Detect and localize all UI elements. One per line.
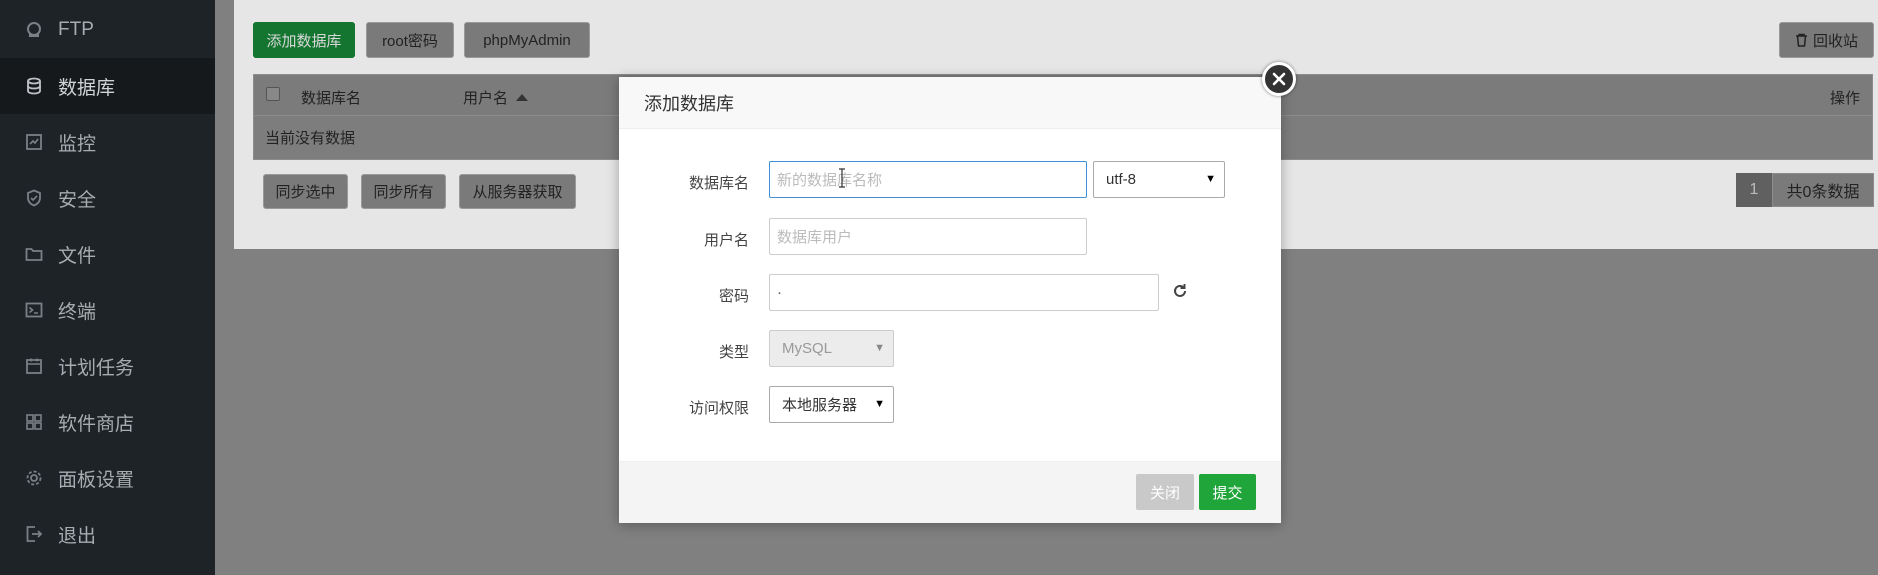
access-label: 访问权限 bbox=[688, 400, 749, 417]
grid-icon bbox=[24, 412, 44, 432]
root-password-button[interactable]: root密码 bbox=[366, 22, 454, 58]
sidebar-item-label: 数据库 bbox=[58, 77, 116, 99]
database-name-label: 数据库名 bbox=[688, 175, 749, 192]
type-label: 类型 bbox=[718, 344, 749, 361]
calendar-icon bbox=[24, 356, 44, 376]
access-value: 本地服务器 bbox=[782, 397, 858, 414]
trash-icon bbox=[1795, 33, 1808, 47]
database-icon bbox=[24, 76, 44, 96]
recycle-bin-button[interactable]: 回收站 bbox=[1779, 22, 1874, 58]
sidebar-item-label: 退出 bbox=[58, 525, 97, 547]
charset-value: utf-8 bbox=[1106, 171, 1137, 188]
sidebar-item-security[interactable]: 安全 bbox=[0, 170, 215, 226]
access-select[interactable]: 本地服务器 ▼ bbox=[769, 386, 894, 423]
column-username-label: 用户名 bbox=[463, 90, 509, 107]
column-username[interactable]: 用户名 bbox=[463, 87, 529, 108]
sync-all-button[interactable]: 同步所有 bbox=[361, 174, 446, 209]
sidebar-item-label: 安全 bbox=[58, 189, 97, 211]
submit-button[interactable]: 提交 bbox=[1199, 474, 1256, 510]
dialog-title: 添加数据库 bbox=[619, 77, 1281, 129]
close-button[interactable]: 关闭 bbox=[1136, 474, 1194, 510]
charset-select[interactable]: utf-8 ▼ bbox=[1093, 161, 1225, 198]
type-select: MySQL ▼ bbox=[769, 330, 894, 367]
password-input[interactable]: · bbox=[769, 274, 1159, 311]
sidebar-item-label: 计划任务 bbox=[58, 357, 135, 379]
shield-icon bbox=[24, 188, 44, 208]
refresh-password-icon[interactable] bbox=[1171, 282, 1189, 300]
sidebar-item-label: 软件商店 bbox=[58, 413, 135, 435]
recycle-bin-label: 回收站 bbox=[1812, 32, 1858, 50]
phpmyadmin-button[interactable]: phpMyAdmin bbox=[464, 22, 590, 58]
sidebar-item-label: 文件 bbox=[58, 245, 97, 267]
sidebar-item-terminal[interactable]: 终端 bbox=[0, 282, 215, 338]
sort-ascending-icon bbox=[516, 94, 529, 101]
ftp-icon bbox=[24, 20, 44, 40]
sidebar-item-database[interactable]: 数据库 bbox=[0, 58, 215, 114]
chevron-down-icon: ▼ bbox=[874, 342, 885, 354]
username-input[interactable]: 数据库用户 bbox=[769, 218, 1087, 255]
fetch-from-server-button[interactable]: 从服务器获取 bbox=[459, 174, 576, 209]
dialog-footer: 关闭 提交 bbox=[619, 461, 1281, 523]
terminal-icon bbox=[24, 300, 44, 320]
sidebar-item-logout[interactable]: 退出 bbox=[0, 506, 215, 562]
select-all-checkbox[interactable] bbox=[266, 87, 280, 101]
password-label: 密码 bbox=[718, 288, 749, 305]
logout-icon bbox=[24, 524, 44, 544]
sidebar-item-store[interactable]: 软件商店 bbox=[0, 394, 215, 450]
monitor-icon bbox=[24, 132, 44, 152]
type-value: MySQL bbox=[782, 340, 833, 357]
text-cursor-icon bbox=[839, 168, 845, 188]
pager-total: 共0条数据 bbox=[1772, 173, 1874, 207]
sidebar-item-label: 终端 bbox=[58, 301, 97, 323]
sync-selected-button[interactable]: 同步选中 bbox=[263, 174, 348, 209]
add-database-dialog: 添加数据库 数据库名 新的数据库名称 utf-8 ▼ 用户名 数据库用户 密码 … bbox=[619, 77, 1281, 523]
close-dialog-icon[interactable] bbox=[1262, 62, 1296, 96]
sidebar-item-label: FTP bbox=[58, 19, 94, 40]
column-operations: 操作 bbox=[1829, 90, 1860, 107]
folder-icon bbox=[24, 244, 44, 264]
sidebar-item-settings[interactable]: 面板设置 bbox=[0, 450, 215, 506]
sidebar-item-label: 面板设置 bbox=[58, 469, 135, 491]
sidebar: FTP 数据库 监控 安全 文件 终端 计划任务 软件商店 面板设置 退出 bbox=[0, 0, 215, 575]
sidebar-item-crontab[interactable]: 计划任务 bbox=[0, 338, 215, 394]
chevron-down-icon: ▼ bbox=[874, 398, 885, 410]
gear-icon bbox=[24, 468, 44, 488]
chevron-down-icon: ▼ bbox=[1205, 173, 1216, 185]
sidebar-item-monitor[interactable]: 监控 bbox=[0, 114, 215, 170]
pager-current-page[interactable]: 1 bbox=[1736, 173, 1772, 207]
add-database-button[interactable]: 添加数据库 bbox=[253, 22, 355, 58]
sidebar-item-files[interactable]: 文件 bbox=[0, 226, 215, 282]
sidebar-item-ftp[interactable]: FTP bbox=[0, 2, 215, 58]
database-name-input[interactable]: 新的数据库名称 bbox=[769, 161, 1087, 198]
column-database-name[interactable]: 数据库名 bbox=[301, 87, 361, 108]
username-label: 用户名 bbox=[703, 232, 749, 249]
sidebar-item-label: 监控 bbox=[58, 133, 97, 155]
